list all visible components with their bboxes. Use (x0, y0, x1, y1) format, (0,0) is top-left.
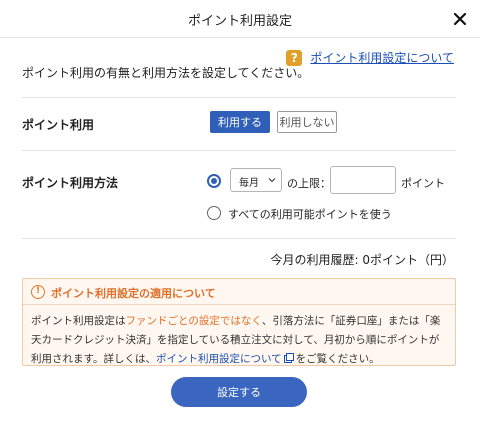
use-points-button[interactable]: 利用する (210, 111, 270, 133)
use-all-points-radio[interactable] (207, 206, 221, 220)
point-unit-text: ポイント (401, 177, 445, 190)
notice-highlight: ファンドごとの設定ではなく (125, 315, 262, 327)
notice-text: をご覧ください。 (295, 353, 380, 365)
divider (22, 97, 456, 98)
description-text: ポイント利用の有無と利用方法を設定してください。 (22, 66, 310, 80)
divider (22, 238, 456, 239)
no-use-points-button[interactable]: 利用しない (277, 111, 337, 133)
point-usage-label: ポイント利用 (22, 118, 95, 132)
notice-box: ! ポイント利用設定の適用について ポイント利用設定はファンドごとの設定ではなく… (22, 278, 456, 366)
period-select-value: 毎月 (239, 178, 259, 189)
info-icon: ! (31, 285, 45, 299)
chevron-down-icon (268, 178, 276, 183)
notice-title: ポイント利用設定の適用について (51, 287, 216, 300)
monthly-limit-radio[interactable] (207, 174, 221, 188)
close-button[interactable] (450, 9, 470, 29)
external-link-icon (283, 353, 294, 363)
upper-limit-text: の上限： (287, 177, 331, 190)
use-all-points-label: すべての利用可能ポイントを使う (228, 208, 392, 221)
period-select[interactable]: 毎月 (230, 168, 282, 192)
usage-method-label: ポイント利用方法 (22, 176, 119, 190)
help-link[interactable]: ポイント利用設定について (310, 49, 454, 66)
divider (22, 150, 456, 151)
point-limit-input[interactable] (330, 166, 396, 194)
notice-text: ポイント利用設定は (31, 315, 126, 327)
notice-body: ポイント利用設定はファンドごとの設定ではなく、引落方法に「証券口座」または「楽天… (31, 312, 449, 369)
modal-header: ポイント利用設定 (0, 0, 480, 38)
close-icon (453, 12, 467, 26)
submit-button[interactable]: 設定する (171, 377, 307, 407)
notice-help-link[interactable]: ポイント利用設定について (156, 353, 282, 365)
point-settings-modal: ポイント利用設定 ? ポイント利用設定について ポイント利用の有無と利用方法を設… (0, 0, 480, 428)
modal-title: ポイント利用設定 (187, 14, 292, 29)
monthly-history: 今月の利用履歴: 0ポイント（円） (270, 253, 455, 267)
notice-header: ! ポイント利用設定の適用について (23, 279, 455, 305)
help-row: ? ポイント利用設定について (286, 49, 454, 66)
